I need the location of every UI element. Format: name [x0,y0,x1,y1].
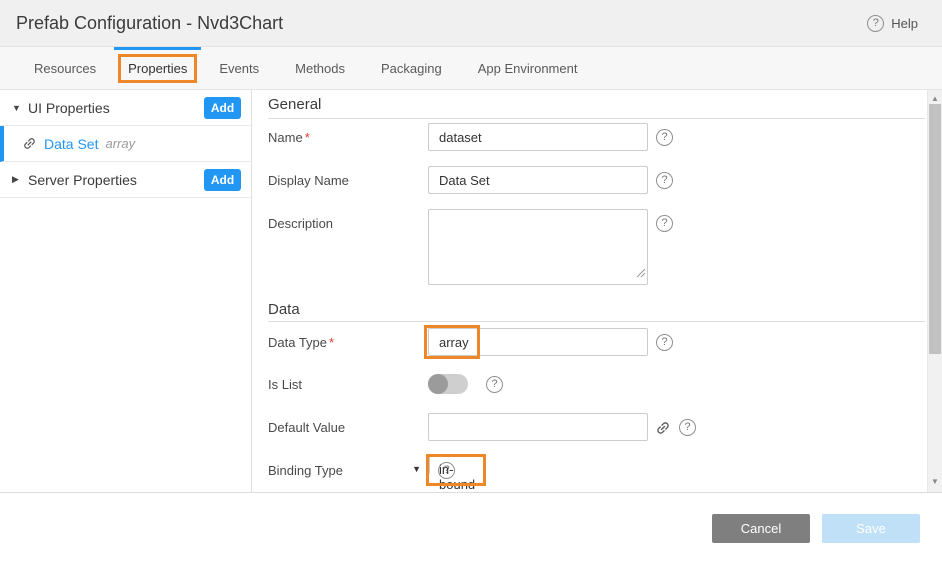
data-type-wrap [428,328,648,356]
tab-label: Resources [34,61,96,76]
field-row-display-name: Display Name ? [268,166,925,194]
server-properties-label: Server Properties [28,172,204,188]
name-field[interactable] [428,123,648,151]
display-name-help-icon[interactable]: ? [656,172,673,189]
description-wrap [428,209,648,285]
section-title-data: Data [268,301,925,322]
sidebar-section-server-properties[interactable]: ▶ Server Properties Add [0,162,251,198]
sidebar-item-data-set[interactable]: Data Set array [0,126,251,162]
dropdown-caret-icon: ▼ [412,465,421,474]
help-label: Help [891,16,918,31]
tab-properties[interactable]: Properties [114,47,201,89]
required-asterisk: * [329,335,334,350]
binding-type-label: Binding Type [268,456,428,478]
data-type-label: Data Type* [268,328,428,350]
add-server-property-button[interactable]: Add [204,169,241,191]
label-text: Name [268,130,303,145]
field-row-binding-type: Binding Type in-bound ▼ ? [268,456,925,479]
scrollbar-thumb[interactable] [929,104,941,354]
property-name: Data Set [44,136,98,152]
resize-handle-icon[interactable] [636,265,646,283]
data-type-help-icon[interactable]: ? [656,334,673,351]
active-tab-indicator [114,47,201,50]
help-link[interactable]: ? Help [867,15,918,32]
binding-type-wrap: in-bound ▼ [428,456,430,474]
binding-type-value: in-bound [439,462,475,492]
is-list-label: Is List [268,377,428,392]
vertical-scrollbar[interactable]: ▲ ▼ [927,90,942,492]
annotation-box-properties: Properties [118,54,197,83]
scroll-up-icon[interactable]: ▲ [928,95,942,103]
tab-label: Methods [295,61,345,76]
is-list-help-icon[interactable]: ? [486,376,503,393]
required-asterisk: * [305,130,310,145]
add-ui-property-button[interactable]: Add [204,97,241,119]
tab-label: App Environment [478,61,578,76]
help-circle-icon: ? [867,15,884,32]
description-label: Description [268,209,428,231]
link-icon [22,136,37,151]
field-row-default-value: Default Value ? [268,413,925,441]
ui-properties-label: UI Properties [28,100,204,116]
prefab-configuration-dialog: Prefab Configuration - Nvd3Chart ? Help … [0,0,942,562]
display-name-field[interactable] [428,166,648,194]
tab-label: Events [219,61,259,76]
dialog-header: Prefab Configuration - Nvd3Chart ? Help [0,0,942,47]
label-text: Data Type [268,335,327,350]
dialog-footer: Cancel Save [0,493,942,543]
default-value-help-icon[interactable]: ? [679,419,696,436]
tab-label: Packaging [381,61,442,76]
bind-link-icon[interactable] [655,420,671,436]
name-label: Name* [268,123,428,145]
save-button[interactable]: Save [822,514,920,543]
data-type-field[interactable] [428,328,648,356]
tab-bar: Resources Properties Events Methods Pack… [0,47,942,90]
scroll-down-icon[interactable]: ▼ [928,478,942,486]
default-value-label: Default Value [268,413,428,435]
description-help-icon[interactable]: ? [656,215,673,232]
binding-type-select[interactable]: in-bound ▼ [428,455,430,474]
field-row-description: Description ? [268,209,925,285]
page-title: Prefab Configuration - Nvd3Chart [16,13,867,34]
description-field[interactable] [428,209,648,285]
property-form-panel: General Name* ? Display Name ? Descripti… [252,90,942,492]
dialog-body: ▼ UI Properties Add Data Set array ▶ Ser… [0,90,942,493]
tab-methods[interactable]: Methods [277,47,363,89]
tab-app-environment[interactable]: App Environment [460,47,596,89]
properties-sidebar: ▼ UI Properties Add Data Set array ▶ Ser… [0,90,252,492]
toggle-knob [428,374,448,394]
is-list-toggle[interactable] [428,374,468,394]
chevron-down-icon: ▼ [12,103,28,113]
cancel-button[interactable]: Cancel [712,514,810,543]
name-help-icon[interactable]: ? [656,129,673,146]
tab-packaging[interactable]: Packaging [363,47,460,89]
sidebar-section-ui-properties[interactable]: ▼ UI Properties Add [0,90,251,126]
tab-resources[interactable]: Resources [16,47,114,89]
property-type: array [105,136,135,151]
default-value-field[interactable] [428,413,648,441]
field-row-is-list: Is List ? [268,373,925,395]
field-row-data-type: Data Type* ? [268,328,925,356]
tab-label: Properties [128,61,187,76]
section-title-general: General [268,90,925,119]
tab-events[interactable]: Events [201,47,277,89]
chevron-right-icon: ▶ [12,174,28,185]
field-row-name: Name* ? [268,123,925,151]
display-name-label: Display Name [268,166,428,188]
